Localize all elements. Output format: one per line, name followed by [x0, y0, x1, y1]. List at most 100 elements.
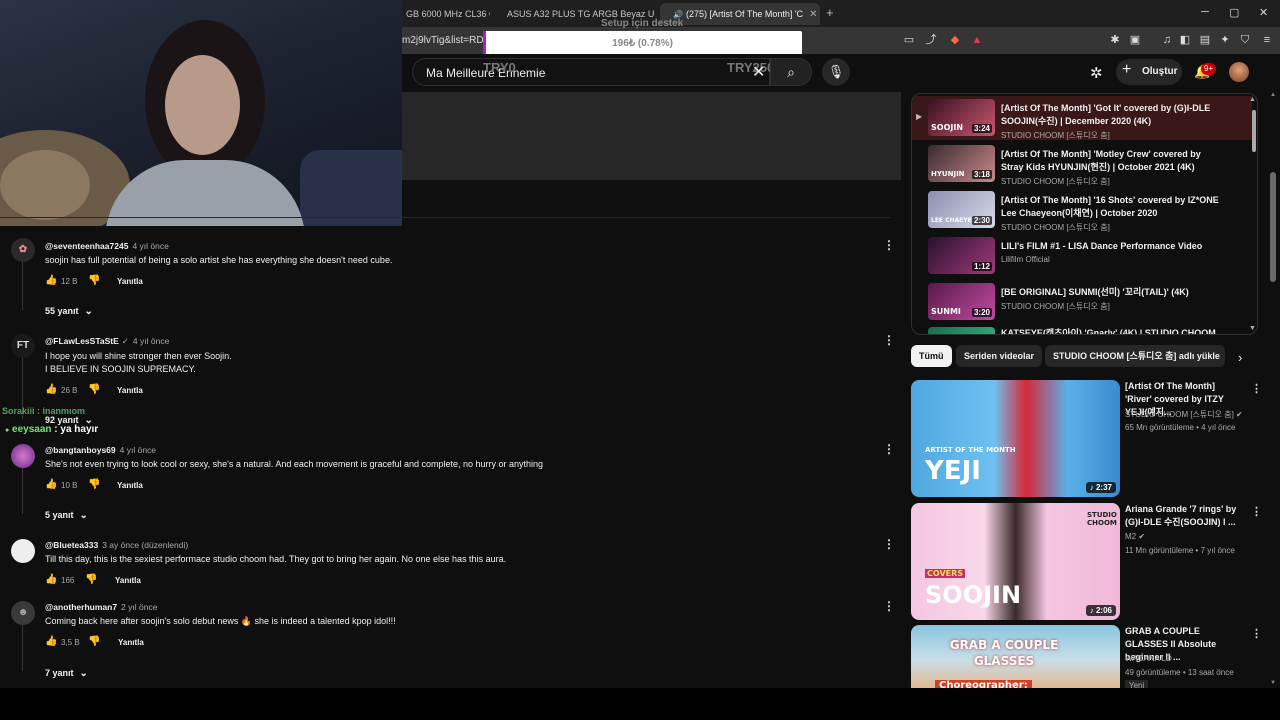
page-scrollbar[interactable] [1270, 172, 1276, 282]
menu-icon[interactable]: ≡ [1260, 33, 1274, 47]
channel-text[interactable]: WACANA LD [1125, 654, 1172, 663]
comment-author[interactable]: @seventeenhaa7245 4 yıl önce [45, 241, 169, 251]
like-icon[interactable]: 👍 [45, 384, 57, 395]
extensions-icon[interactable]: ✱ [1108, 33, 1122, 47]
maximize-button[interactable]: ▢ [1229, 6, 1239, 19]
avatar[interactable] [11, 444, 35, 468]
scroll-up-icon[interactable]: ▲ [1249, 96, 1256, 103]
playlist-item-channel[interactable]: STUDIO CHOOM [스튜디오 춤] [1001, 130, 1110, 141]
chip-series[interactable]: Seriden videolar [956, 345, 1043, 367]
chip-channel-uploads[interactable]: STUDIO CHOOM [스튜디오 춤] adlı yükle [1045, 345, 1225, 367]
chevron-right-icon[interactable]: › [1238, 350, 1242, 365]
url-text[interactable]: m2j9lvTig&list=RDF [402, 35, 490, 46]
scroll-down-icon[interactable]: ▼ [1249, 325, 1256, 332]
brave-shield-icon[interactable]: ◆ [948, 33, 962, 47]
like-icon[interactable]: 👍 [45, 636, 57, 647]
video-thumbnail[interactable]: ARTIST OF THE MONTH YEJI ♪ 2:37 [911, 380, 1120, 497]
playlist-item-current[interactable]: ▶ SOOJIN 3:24 [Artist Of The Month] 'Got… [912, 96, 1252, 140]
comment-author[interactable]: @Bluetea333 3 ay önce (düzenlendi) [45, 540, 188, 550]
avatar[interactable]: ✿ [11, 238, 35, 262]
cast-icon[interactable]: ✲ [1090, 64, 1103, 82]
minimize-button[interactable]: ─ [1201, 6, 1209, 18]
playlist-item-title[interactable]: LILI's FILM #1 - LISA Dance Performance … [1001, 240, 1221, 253]
author-name[interactable]: @anotherhuman7 [45, 602, 117, 612]
playlist-item[interactable]: LEE CHAEYEON 2:30 [Artist Of The Month] … [912, 188, 1252, 232]
more-options-icon[interactable]: ⋮ [883, 599, 895, 613]
more-options-icon[interactable]: ⋮ [883, 442, 895, 456]
comment-author[interactable]: @bangtanboys69 4 yıl önce [45, 445, 156, 455]
voice-search-button[interactable]: 🎙 [822, 58, 850, 86]
playlist-item[interactable]: SUNMI 3:20 [BE ORIGINAL] SUNMI(선미) '꼬리(T… [912, 280, 1252, 324]
channel-name[interactable]: WACANA LD [1125, 654, 1172, 663]
like-icon[interactable]: 👍 [45, 574, 57, 585]
reply-button[interactable]: Yanıtla [117, 277, 143, 286]
dislike-icon[interactable]: 👎 [85, 574, 97, 585]
more-options-icon[interactable]: ⋮ [883, 238, 895, 252]
video-thumbnail[interactable]: STUDIO CHOOM COVERS SOOJIN ♪ 2:06 [911, 503, 1120, 620]
more-options-icon[interactable]: ⋮ [1251, 505, 1262, 518]
screen-icon[interactable]: ▭ [902, 33, 916, 47]
playlist-item-channel[interactable]: STUDIO CHOOM [스튜디오 춤] [1001, 176, 1110, 187]
reply-button[interactable]: Yanıtla [118, 638, 144, 647]
avatar[interactable] [11, 539, 35, 563]
channel-text[interactable]: M2 [1125, 532, 1136, 541]
playlist-thumbnail[interactable]: SUNMI 3:20 [928, 283, 995, 320]
channel-name[interactable]: STUDIO CHOOM [스튜디오 춤] ✔ [1125, 409, 1243, 420]
playlist-item-channel[interactable]: STUDIO CHOOM [스튜디오 춤] [1001, 301, 1110, 312]
playlist-item-channel[interactable]: Lilifilm Official [1001, 255, 1050, 264]
channel-name[interactable]: M2 ✔ [1125, 532, 1145, 541]
more-options-icon[interactable]: ⋮ [883, 537, 895, 551]
close-window-button[interactable]: ✕ [1259, 6, 1268, 19]
close-tab-icon[interactable]: ✕ [803, 9, 817, 20]
playlist-item[interactable]: HYUNJIN 3:18 [Artist Of The Month] 'Motl… [912, 142, 1252, 186]
author-name[interactable]: @Bluetea333 [45, 540, 98, 550]
view-replies-button[interactable]: 7 yanıt ⌄ [45, 668, 88, 679]
playlist-item-title[interactable]: [Artist Of The Month] 'Motley Crew' cove… [1001, 148, 1221, 174]
comment-author[interactable]: @anotherhuman7 2 yıl önce [45, 602, 157, 612]
search-button[interactable]: ⌕ [770, 58, 812, 86]
page-scroll-up-icon[interactable]: ▲ [1270, 92, 1276, 98]
playlist-item-title[interactable]: [BE ORIGINAL] SUNMI(선미) '꼬리(TAIL)' (4K) [1001, 286, 1221, 299]
author-name[interactable]: @seventeenhaa7245 [45, 241, 128, 251]
playlist-thumbnail[interactable]: 1:12 [928, 237, 995, 274]
more-options-icon[interactable]: ⋮ [883, 333, 895, 347]
clear-search-icon[interactable]: ✕ [752, 62, 765, 82]
dislike-icon[interactable]: 👎 [88, 275, 100, 286]
wallet-icon[interactable]: ▤ [1198, 33, 1212, 47]
ai-icon[interactable]: ✦ [1218, 33, 1232, 47]
author-name[interactable]: @bangtanboys69 [45, 445, 116, 455]
share-icon[interactable]: ⤴ [924, 33, 938, 47]
playlist-thumbnail[interactable]: HYUNJIN 3:18 [928, 145, 995, 182]
camera-icon[interactable]: ▣ [1128, 33, 1142, 47]
new-tab-button[interactable]: + [826, 5, 834, 20]
playlist-scrollbar[interactable] [1252, 110, 1256, 152]
music-icon[interactable]: ♫ [1160, 33, 1174, 47]
recommended-video[interactable]: STUDIO CHOOM COVERS SOOJIN ♪ 2:06 Ariana … [911, 503, 1262, 621]
reply-button[interactable]: Yanıtla [115, 576, 141, 585]
playlist-item-channel[interactable]: STUDIO CHOOM [스튜디오 춤] [1001, 222, 1110, 233]
more-options-icon[interactable]: ⋮ [1251, 382, 1262, 395]
dislike-icon[interactable]: 👎 [88, 479, 100, 490]
sidebar-icon[interactable]: ◧ [1178, 33, 1192, 47]
playlist-item[interactable]: 1:12 LILI's FILM #1 - LISA Dance Perform… [912, 234, 1252, 278]
comment-author[interactable]: @FLawLesSTaStE ✓ 4 yıl önce [45, 336, 169, 347]
playlist-thumbnail[interactable]: LEE CHAEYEON 2:30 [928, 191, 995, 228]
reply-button[interactable]: Yanıtla [117, 386, 143, 395]
like-icon[interactable]: 👍 [45, 479, 57, 490]
playlist-thumbnail[interactable] [928, 327, 995, 334]
comment-time[interactable]: 4 yıl önce [120, 445, 156, 455]
playlist-item[interactable]: KATSEYE(캣츠아이) 'Gnarly' (4K) | STUDIO CHO… [912, 324, 1252, 334]
author-name[interactable]: @FLawLesSTaStE [45, 336, 119, 346]
playlist-item-title[interactable]: KATSEYE(캣츠아이) 'Gnarly' (4K) | STUDIO CHO… [1001, 327, 1221, 334]
rewards-icon[interactable]: ▲ [970, 33, 984, 47]
playlist-item-title[interactable]: [Artist Of The Month] 'Got It' covered b… [1001, 102, 1221, 128]
view-replies-button[interactable]: 55 yanıt ⌄ [45, 306, 93, 317]
browser-tab-active[interactable]: 🔊 (275) [Artist Of The Month] 'C ✕ [660, 3, 820, 25]
channel-text[interactable]: STUDIO CHOOM [스튜디오 춤] [1125, 410, 1234, 419]
playlist-item-title[interactable]: [Artist Of The Month] '16 Shots' covered… [1001, 194, 1221, 220]
page-scroll-down-icon[interactable]: ▼ [1270, 680, 1276, 686]
recommended-video[interactable]: ARTIST OF THE MONTH YEJI ♪ 2:37 [Artist … [911, 380, 1262, 498]
avatar[interactable]: ☻ [11, 601, 35, 625]
vpn-icon[interactable]: ⛉ [1238, 33, 1252, 47]
dislike-icon[interactable]: 👎 [88, 384, 100, 395]
